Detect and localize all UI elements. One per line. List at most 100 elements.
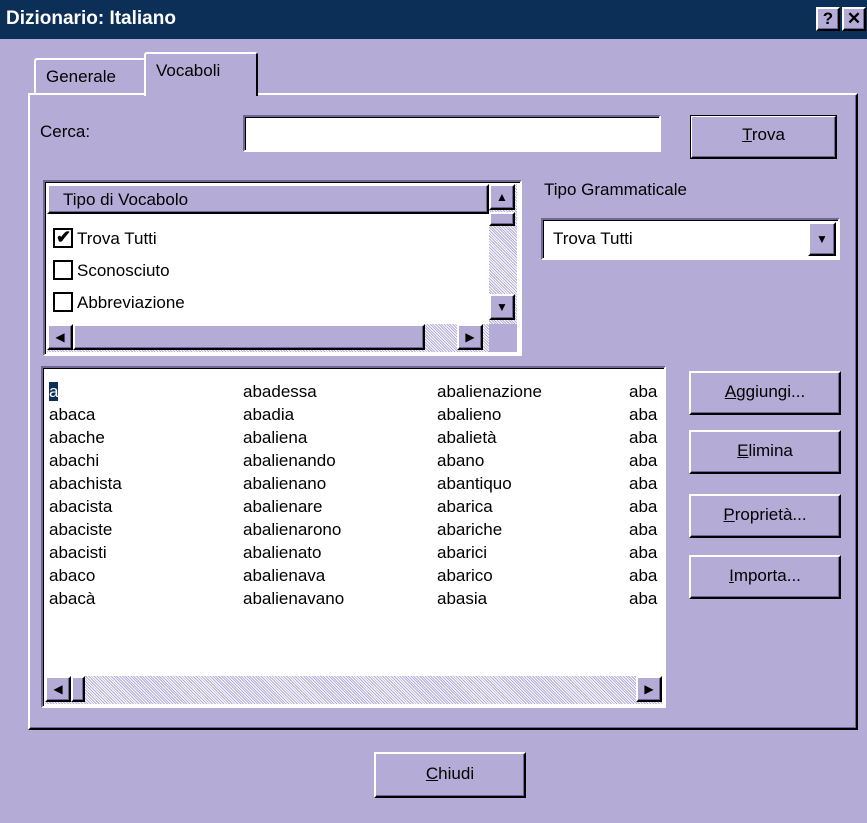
grammar-type-select[interactable]: Trova Tutti ▼ bbox=[541, 218, 840, 260]
delete-button-label: limina bbox=[748, 441, 793, 460]
list-item[interactable]: abarico bbox=[437, 564, 542, 587]
word-label: abachista bbox=[49, 474, 122, 493]
list-item[interactable]: abaciste bbox=[49, 518, 122, 541]
close-icon: ✕ bbox=[846, 9, 862, 28]
list-item[interactable]: aba bbox=[629, 587, 657, 610]
tab-vocaboli[interactable]: Vocaboli bbox=[144, 52, 258, 96]
checkbox-abbreviazione[interactable] bbox=[53, 291, 73, 312]
close-button[interactable]: ✕ bbox=[842, 7, 866, 31]
list-item[interactable]: abacisti bbox=[49, 541, 122, 564]
words-column-1: a abaca abache abachi abachista abacista abaci… bbox=[47, 380, 122, 610]
list-item[interactable]: abadessa bbox=[243, 380, 344, 403]
list-item[interactable]: abaco bbox=[49, 564, 122, 587]
add-button-label: ggiungi... bbox=[736, 382, 806, 401]
vertical-scroll-thumb[interactable] bbox=[489, 212, 515, 226]
list-item[interactable]: abano bbox=[437, 449, 542, 472]
scroll-left-icon: ◀ bbox=[55, 330, 65, 344]
list-item[interactable]: abalietà bbox=[437, 426, 542, 449]
list-item[interactable]: abalienando bbox=[243, 449, 344, 472]
list-item-trova-tutti[interactable]: ✔ Trova Tutti bbox=[53, 226, 157, 254]
list-item[interactable]: aba bbox=[629, 518, 657, 541]
words-scroll-left-button[interactable]: ◀ bbox=[45, 676, 71, 702]
word-label: abalienando bbox=[243, 451, 336, 470]
help-button[interactable]: ? bbox=[816, 7, 840, 31]
list-item-sconosciuto[interactable]: Sconosciuto bbox=[53, 258, 170, 286]
list-item[interactable]: abalienare bbox=[243, 495, 344, 518]
list-item[interactable]: abadia bbox=[243, 403, 344, 426]
words-horizontal-scrollbar[interactable] bbox=[45, 676, 662, 704]
word-label: abarico bbox=[437, 566, 493, 585]
horizontal-scroll-thumb[interactable] bbox=[73, 324, 425, 350]
word-label: abariche bbox=[437, 520, 503, 539]
word-type-list[interactable]: Tipo di Vocabolo ✔ Trova Tutti Sconosciut… bbox=[43, 180, 522, 356]
word-label: abalienarono bbox=[243, 520, 342, 539]
list-item[interactable]: aba bbox=[629, 472, 657, 495]
delete-button[interactable]: Elimina bbox=[689, 430, 841, 474]
list-item[interactable]: abarica bbox=[437, 495, 542, 518]
find-button-label: rova bbox=[751, 125, 785, 144]
word-label: abache bbox=[49, 428, 105, 447]
scroll-left-button[interactable]: ◀ bbox=[47, 324, 73, 350]
list-item[interactable]: abantiquo bbox=[437, 472, 542, 495]
import-button[interactable]: Importa... bbox=[689, 555, 841, 599]
list-item[interactable]: aba bbox=[629, 564, 657, 587]
list-item[interactable]: abalienarono bbox=[243, 518, 344, 541]
words-scroll-right-button[interactable]: ▶ bbox=[636, 676, 662, 702]
list-item[interactable]: abalienato bbox=[243, 541, 344, 564]
list-item[interactable]: abalienavano bbox=[243, 587, 344, 610]
close-dialog-button[interactable]: Chiudi bbox=[374, 752, 526, 798]
dropdown-button[interactable]: ▼ bbox=[808, 222, 836, 256]
list-item[interactable]: aba bbox=[629, 403, 657, 426]
list-item[interactable]: aba bbox=[629, 541, 657, 564]
list-item[interactable]: abaca bbox=[49, 403, 122, 426]
list-item[interactable]: abariche bbox=[437, 518, 542, 541]
word-type-header[interactable]: Tipo di Vocabolo bbox=[47, 184, 489, 214]
add-button-mnemonic: A bbox=[724, 382, 737, 401]
find-button[interactable]: Trova bbox=[690, 115, 837, 159]
tab-generale[interactable]: Generale bbox=[34, 58, 146, 94]
list-item[interactable]: aba bbox=[629, 495, 657, 518]
list-item[interactable]: abalienava bbox=[243, 564, 344, 587]
list-item[interactable]: aba bbox=[629, 449, 657, 472]
properties-button[interactable]: Proprietà... bbox=[689, 494, 841, 538]
list-item[interactable]: abasia bbox=[437, 587, 542, 610]
list-item[interactable]: abachi bbox=[49, 449, 122, 472]
checkbox-sconosciuto[interactable] bbox=[53, 259, 73, 280]
words-horizontal-scroll-thumb[interactable] bbox=[71, 676, 85, 702]
list-item[interactable]: aba bbox=[629, 380, 657, 403]
list-item[interactable]: abalieno bbox=[437, 403, 542, 426]
word-label: abalienato bbox=[243, 543, 322, 562]
scroll-right-button[interactable]: ▶ bbox=[457, 324, 483, 350]
list-item[interactable]: abacà bbox=[49, 587, 122, 610]
scroll-down-button[interactable]: ▼ bbox=[489, 294, 515, 320]
checkbox-trova-tutti[interactable]: ✔ bbox=[53, 227, 73, 248]
word-label: aba bbox=[629, 543, 658, 562]
word-label: abalietà bbox=[437, 428, 497, 447]
scroll-up-button[interactable]: ▲ bbox=[489, 184, 515, 210]
scroll-right-icon: ▶ bbox=[644, 682, 654, 696]
list-item[interactable]: abarici bbox=[437, 541, 542, 564]
add-button[interactable]: Aggiungi... bbox=[689, 371, 841, 415]
chevron-down-icon: ▼ bbox=[816, 232, 828, 246]
grammar-type-label: Tipo Grammaticale bbox=[544, 180, 687, 199]
list-item[interactable]: abacista bbox=[49, 495, 122, 518]
list-item[interactable]: abalienano bbox=[243, 472, 344, 495]
word-label: aba bbox=[629, 497, 658, 516]
search-input[interactable] bbox=[243, 115, 661, 152]
list-item[interactable]: abache bbox=[49, 426, 122, 449]
list-item[interactable]: abaliena bbox=[243, 426, 344, 449]
word-label: aba bbox=[629, 520, 658, 539]
search-label: Cerca: bbox=[40, 122, 91, 141]
word-label: abalienava bbox=[243, 566, 326, 585]
words-list[interactable]: a abaca abache abachi abachista abacista abaci… bbox=[41, 366, 666, 708]
word-label: abano bbox=[437, 451, 485, 470]
word-label: abarica bbox=[437, 497, 493, 516]
word-label: abalienano bbox=[243, 474, 327, 493]
list-item[interactable]: abachista bbox=[49, 472, 122, 495]
list-item[interactable]: aba bbox=[629, 426, 657, 449]
list-item[interactable]: abalienazione bbox=[437, 380, 542, 403]
word-label: aba bbox=[629, 451, 658, 470]
list-item-abbreviazione[interactable]: Abbreviazione bbox=[53, 290, 185, 318]
list-item[interactable]: a bbox=[47, 380, 122, 403]
close-dialog-button-mnemonic: C bbox=[425, 764, 439, 783]
